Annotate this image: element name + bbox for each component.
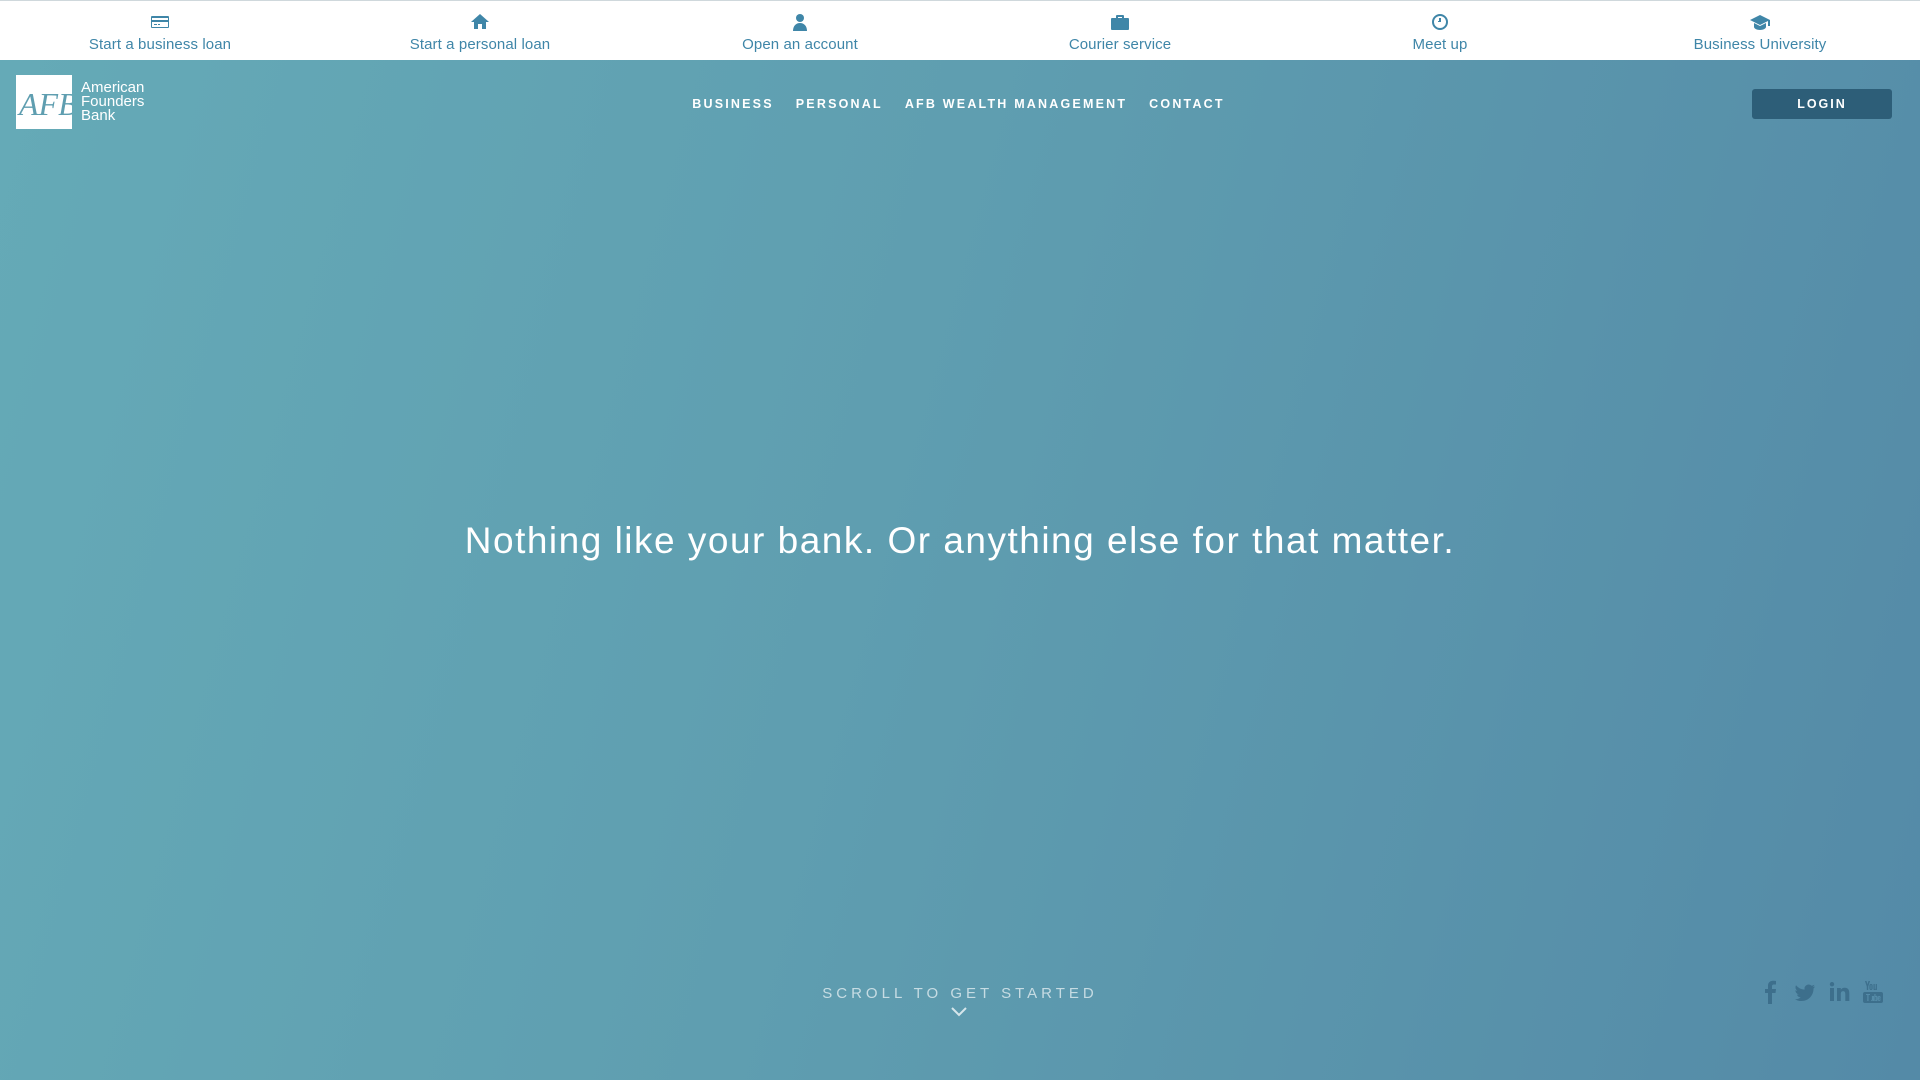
- briefcase-icon: [1111, 15, 1129, 30]
- facebook-icon[interactable]: [1760, 980, 1782, 1004]
- social-links: [1760, 980, 1884, 1004]
- quick-link-business-loan[interactable]: Start a business loan: [0, 1, 320, 60]
- quick-link-label: Start a personal loan: [409, 36, 551, 53]
- quick-link-label: Courier service: [1068, 36, 1172, 53]
- hero-tagline: Nothing like your bank. Or anything else…: [464, 520, 1456, 561]
- quick-link-business-university[interactable]: Business University: [1600, 1, 1920, 60]
- home-icon: [471, 14, 489, 29]
- login-button[interactable]: LOGIN: [1752, 89, 1892, 119]
- user-icon: [793, 14, 807, 31]
- hero-section: AFB American Founders Bank BUSINESS PERS…: [0, 60, 1920, 1080]
- nav-wealth-management[interactable]: AFB WEALTH MANAGEMENT: [894, 97, 1138, 111]
- nav-contact[interactable]: CONTACT: [1138, 97, 1236, 111]
- graduation-cap-icon: [1750, 15, 1770, 30]
- chevron-down-icon[interactable]: [950, 1006, 968, 1018]
- scroll-prompt[interactable]: SCROLL TO GET STARTED: [0, 985, 1920, 1002]
- youtube-icon[interactable]: [1862, 980, 1884, 1004]
- main-nav: BUSINESS PERSONAL AFB WEALTH MANAGEMENT …: [0, 97, 1920, 111]
- quick-link-label: Start a business loan: [88, 36, 232, 53]
- quick-link-label: Meet up: [1412, 36, 1468, 53]
- quick-link-personal-loan[interactable]: Start a personal loan: [320, 1, 640, 60]
- twitter-icon[interactable]: [1794, 980, 1816, 1004]
- nav-business[interactable]: BUSINESS: [681, 97, 785, 111]
- quick-link-meet-up[interactable]: Meet up: [1280, 1, 1600, 60]
- linkedin-icon[interactable]: [1828, 980, 1850, 1004]
- quick-link-label: Open an account: [742, 36, 858, 53]
- nav-personal[interactable]: PERSONAL: [785, 97, 894, 111]
- quick-links-bar: Start a business loan Start a personal l…: [0, 0, 1920, 60]
- quick-link-open-account[interactable]: Open an account: [640, 1, 960, 60]
- credit-card-icon: [151, 16, 169, 28]
- quick-link-label: Business University: [1693, 36, 1827, 53]
- quick-link-courier[interactable]: Courier service: [960, 1, 1280, 60]
- clock-icon: [1432, 14, 1448, 30]
- logo-line: Bank: [81, 107, 116, 124]
